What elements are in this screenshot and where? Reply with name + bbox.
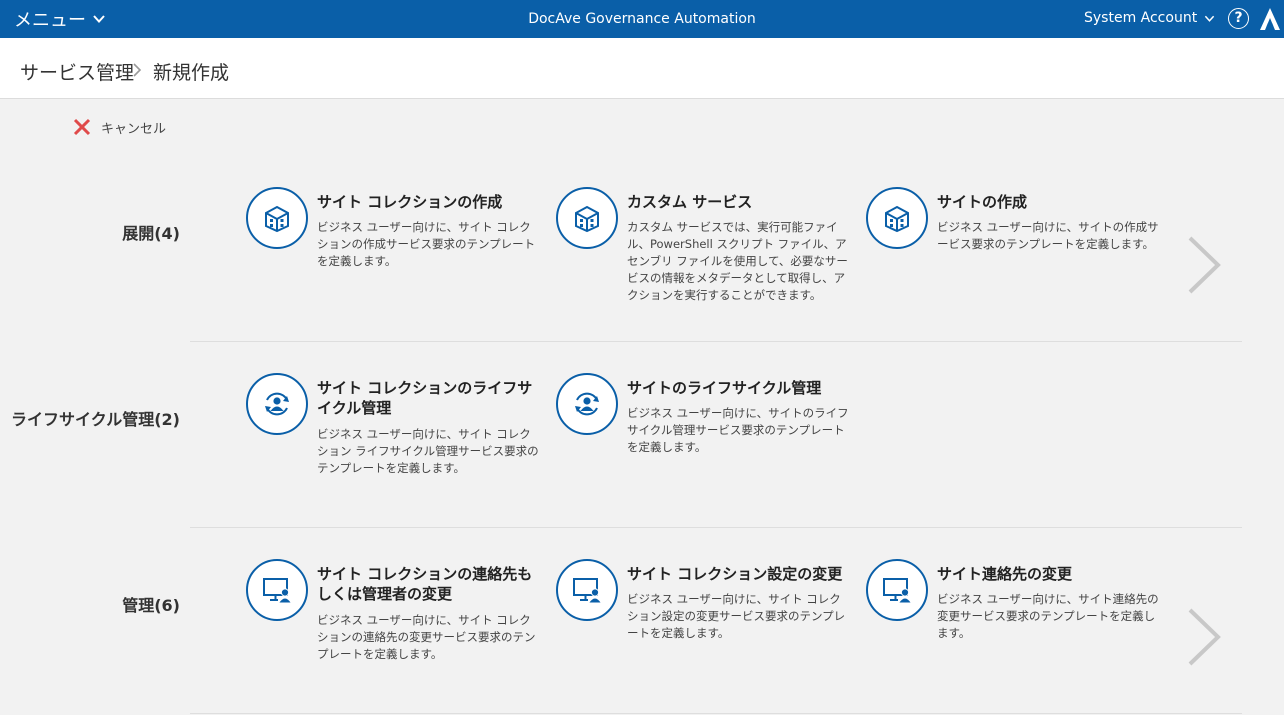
chevron-right-icon[interactable] <box>1186 236 1222 294</box>
card-title: サイトの作成 <box>937 193 1028 211</box>
building-icon <box>866 187 928 249</box>
service-card-change-site-collection-settings[interactable]: サイト コレクション設定の変更 ビジネス ユーザー向けに、サイト コレクション設… <box>556 559 856 709</box>
monitor-user-icon <box>866 559 928 621</box>
avepoint-logo-icon <box>1260 8 1280 30</box>
category-label-lifecycle: ライフサイクル管理(2) <box>11 410 180 429</box>
lifecycle-icon <box>246 373 308 435</box>
service-card-site-collection-lifecycle[interactable]: サイト コレクションのライフサイクル管理 ビジネス ユーザー向けに、サイト コレ… <box>246 373 546 523</box>
card-description: カスタム サービスでは、実行可能ファイル、PowerShell スクリプト ファ… <box>627 220 848 302</box>
category-label-deploy: 展開(4) <box>122 224 180 243</box>
card-title: サイト コレクションの連絡先もしくは管理者の変更 <box>317 565 533 603</box>
chevron-down-icon <box>1205 15 1215 22</box>
page-title: 新規作成 <box>153 62 230 84</box>
section-divider <box>190 527 1242 528</box>
card-description: ビジネス ユーザー向けに、サイト連絡先の変更サービス要求のテンプレートを定義しま… <box>937 592 1159 640</box>
card-description: ビジネス ユーザー向けに、サイト コレクションの連絡先の変更サービス要求のテンプ… <box>317 613 536 661</box>
breadcrumb: サービス管理 新規作成 <box>0 38 1284 99</box>
category-label-management: 管理(6) <box>122 596 180 615</box>
building-icon <box>246 187 308 249</box>
card-description: ビジネス ユーザー向けに、サイト コレクションの作成サービス要求のテンプレートを… <box>317 220 536 268</box>
service-card-custom-service[interactable]: カスタム サービス カスタム サービスでは、実行可能ファイル、PowerShel… <box>556 187 856 337</box>
service-card-site-collection-create[interactable]: サイト コレクションの作成 ビジネス ユーザー向けに、サイト コレクションの作成… <box>246 187 546 337</box>
service-card-change-site-collection-contact[interactable]: サイト コレクションの連絡先もしくは管理者の変更 ビジネス ユーザー向けに、サイ… <box>246 559 546 709</box>
card-title: カスタム サービス <box>627 193 753 211</box>
account-label: System Account <box>1084 10 1198 26</box>
breadcrumb-service-management[interactable]: サービス管理 <box>20 58 134 85</box>
close-icon <box>73 118 91 136</box>
card-description: ビジネス ユーザー向けに、サイトの作成サービス要求のテンプレートを定義します。 <box>937 220 1159 251</box>
building-icon <box>556 187 618 249</box>
account-menu[interactable]: System Account <box>1084 10 1215 26</box>
chevron-right-icon <box>133 63 142 77</box>
card-description: ビジネス ユーザー向けに、サイトのライフサイクル管理サービス要求のテンプレートを… <box>627 406 849 454</box>
card-title: サイト連絡先の変更 <box>937 565 1073 583</box>
section-divider <box>190 341 1242 342</box>
top-bar: メニュー DocAve Governance Automation System… <box>0 0 1284 38</box>
service-card-change-site-contact[interactable]: サイト連絡先の変更 ビジネス ユーザー向けに、サイト連絡先の変更サービス要求のテ… <box>866 559 1166 709</box>
section-divider <box>190 713 1242 714</box>
card-description: ビジネス ユーザー向けに、サイト コレクション設定の変更サービス要求のテンプレー… <box>627 592 846 640</box>
monitor-user-icon <box>246 559 308 621</box>
chevron-right-icon[interactable] <box>1186 608 1222 666</box>
cancel-button[interactable]: キャンセル <box>72 117 166 137</box>
card-title: サイト コレクション設定の変更 <box>627 565 843 583</box>
monitor-user-icon <box>556 559 618 621</box>
card-description: ビジネス ユーザー向けに、サイト コレクション ライフサイクル管理サービス要求の… <box>317 427 539 475</box>
card-title: サイトのライフサイクル管理 <box>627 379 822 397</box>
card-title: サイト コレクションの作成 <box>317 193 503 211</box>
lifecycle-icon <box>556 373 618 435</box>
help-icon[interactable]: ? <box>1228 8 1249 29</box>
cancel-label: キャンセル <box>101 121 167 137</box>
service-card-site-lifecycle[interactable]: サイトのライフサイクル管理 ビジネス ユーザー向けに、サイトのライフサイクル管理… <box>556 373 856 523</box>
card-title: サイト コレクションのライフサイクル管理 <box>317 379 533 417</box>
service-card-site-create[interactable]: サイトの作成 ビジネス ユーザー向けに、サイトの作成サービス要求のテンプレートを… <box>866 187 1166 337</box>
